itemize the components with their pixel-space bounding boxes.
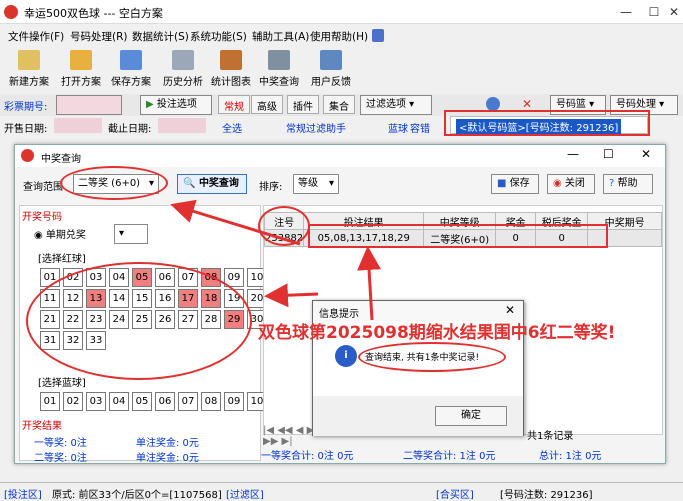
annotation-arrows [170,199,382,321]
status-formula: 原式: 前区33个/后区0个=[1107568] [52,490,222,501]
status-bet-area[interactable]: [投注区] [4,486,42,501]
status-filter-area[interactable]: [过滤区] [226,486,264,501]
status-group-buy[interactable]: [合买区] [436,486,474,501]
status-count: [号码注数: 291236] [500,490,593,501]
status-bar: [投注区] 原式: 前区33个/后区0个=[1107568] [过滤区] [合买… [0,482,683,501]
